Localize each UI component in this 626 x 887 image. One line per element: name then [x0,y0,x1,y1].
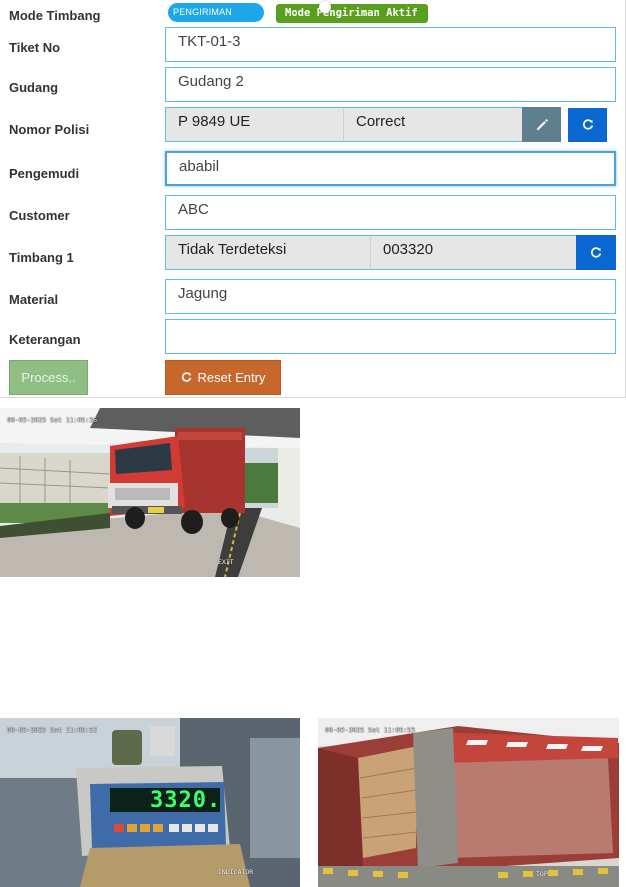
process-button[interactable]: Process.. [9,360,88,395]
refresh-weight-button[interactable] [576,235,616,270]
top-camera-tag: TOP [536,870,548,878]
truck-exit-photo [0,408,300,577]
exit-camera-timestamp: 08-03-2025 Sat 11:05:36 [7,416,98,424]
notes-field[interactable] [165,319,616,354]
plate-label: Nomor Polisi [9,122,90,137]
plate-field[interactable]: P 9849 UE [165,107,343,142]
weigh1-label: Timbang 1 [9,250,74,265]
exit-camera-image: 08-03-2025 Sat 11:05:36 EXIT [0,408,300,577]
toggle-knob[interactable] [319,1,331,13]
mode-label: Mode Timbang [9,8,101,23]
refresh-icon [591,246,602,258]
indicator-display-reading: 3320. [150,788,222,813]
material-label: Material [9,292,59,307]
warehouse-field[interactable]: Gudang 2 [165,67,616,102]
plate-status-field: Correct [343,107,522,142]
material-field[interactable]: Jagung [165,279,616,314]
mode-status-badge: Mode Pengiriman Aktif [276,4,428,23]
pencil-icon [536,118,548,130]
reset-entry-label: Reset Entry [197,370,266,385]
top-camera-image: 08-03-2025 Sat 11:05:53 TOP [318,718,619,887]
refresh-icon [181,372,191,382]
indicator-camera-timestamp: 08-03-2025 Sat 11:05:52 [7,726,98,734]
edit-plate-button[interactable] [522,107,561,142]
mode-toggle[interactable]: PENGIRIMAN [168,3,264,22]
truck-top-photo [318,718,619,887]
refresh-plate-button[interactable] [568,108,607,142]
weighing-form: Mode Timbang PENGIRIMAN Mode Pengiriman … [0,0,626,398]
driver-label: Pengemudi [9,166,80,181]
reset-entry-button[interactable]: Reset Entry [165,360,281,395]
ticket-label: Tiket No [9,40,61,55]
ticket-field[interactable]: TKT-01-3 [165,27,616,62]
mode-toggle-label: PENGIRIMAN [173,7,233,17]
driver-field[interactable]: ababil [165,151,616,186]
notes-label: Keterangan [9,332,81,347]
weigh1-value-field: 003320 [370,235,576,270]
weigh1-status-field: Tidak Terdeteksi [165,235,370,270]
process-button-label: Process.. [21,370,76,385]
top-camera-timestamp: 08-03-2025 Sat 11:05:53 [325,726,416,734]
refresh-icon [582,119,593,130]
customer-label: Customer [9,208,70,223]
indicator-camera-tag: INDICATOR [218,868,254,876]
warehouse-label: Gudang [9,80,59,95]
customer-field[interactable]: ABC [165,195,616,230]
indicator-camera-image: 3320. 08-03-2025 Sat 11:05:52 INDICATOR [0,718,300,887]
exit-camera-tag: EXIT [218,558,234,566]
